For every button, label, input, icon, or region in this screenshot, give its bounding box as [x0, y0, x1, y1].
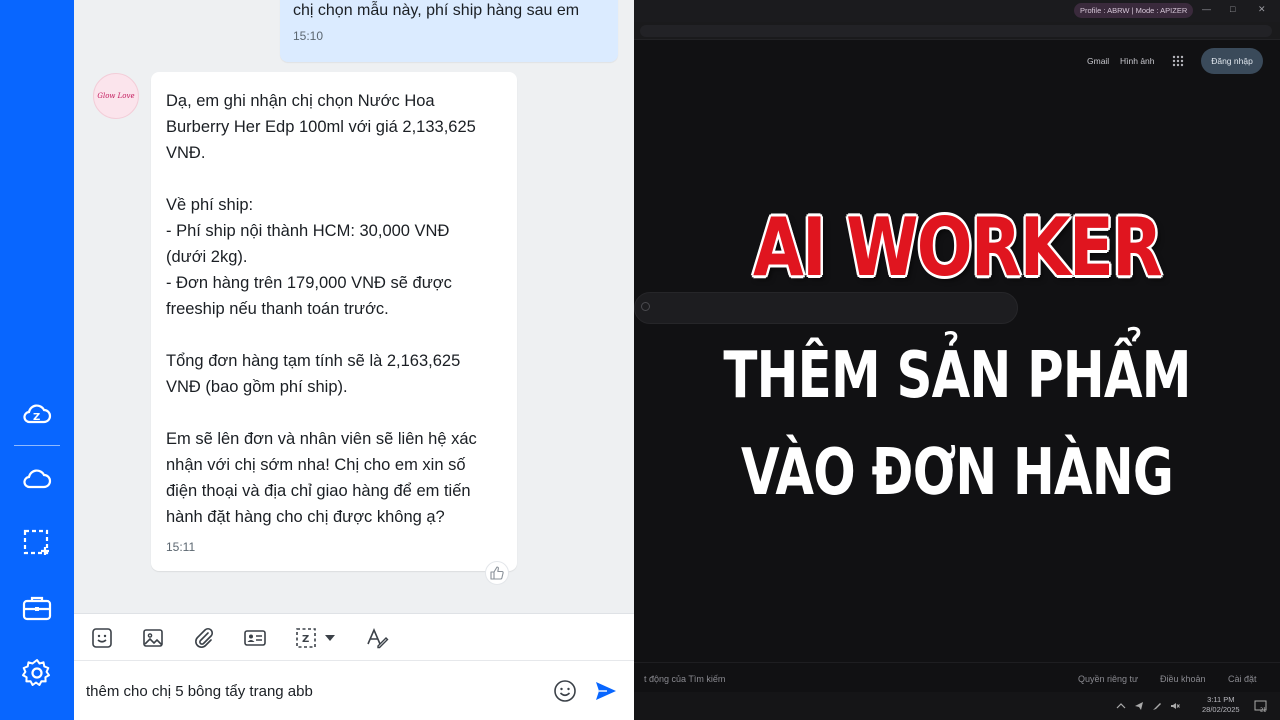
- avatar-logo-text: Glow Love: [97, 92, 135, 100]
- message-composer: [74, 661, 634, 720]
- search-icon: [641, 302, 650, 311]
- capture-z-icon: Z: [296, 628, 316, 648]
- incoming-message: Dạ, em ghi nhận chị chọn Nước Hoa Burber…: [151, 72, 517, 571]
- sticker-button[interactable]: [89, 625, 115, 651]
- system-clock[interactable]: 3:11 PM 28/02/2025: [1202, 695, 1240, 715]
- contact-card-icon: [244, 630, 266, 646]
- os-taskbar: 3:11 PM 28/02/2025 21: [634, 692, 1280, 720]
- outgoing-message: chị chọn mẫu này, phí ship hàng sau em 1…: [280, 0, 618, 62]
- terms-link[interactable]: Điều khoản: [1160, 674, 1206, 684]
- signin-button[interactable]: Đăng nhập: [1201, 48, 1263, 74]
- search-activity-link[interactable]: t động của Tìm kiếm: [644, 674, 725, 684]
- close-icon[interactable]: ✕: [1258, 4, 1266, 15]
- window-titlebar: Profile : ABRW | Mode : APIZER — □ ✕: [634, 0, 1280, 22]
- shop-avatar[interactable]: Glow Love: [93, 73, 139, 119]
- attach-file-button[interactable]: [191, 625, 217, 651]
- cloud-sync-icon[interactable]: Z: [19, 396, 55, 432]
- notification-count: 21: [1260, 708, 1266, 713]
- caret-down-icon: [325, 635, 335, 641]
- message-input[interactable]: [86, 677, 526, 705]
- apps-grid-icon[interactable]: [1172, 55, 1184, 67]
- message-text: Dạ, em ghi nhận chị chọn Nước Hoa Burber…: [166, 92, 477, 526]
- screen-capture-button[interactable]: Z: [293, 625, 319, 651]
- thumbs-up-icon: [490, 566, 504, 580]
- send-button[interactable]: [592, 678, 620, 704]
- screen: Z chị chọn mẫu này, phí ship hàng sau em…: [0, 0, 1280, 720]
- sticker-icon: [92, 628, 112, 648]
- video-subtitle-line2: VÀO ĐƠN HÀNG: [740, 436, 1174, 510]
- like-reaction-button[interactable]: [485, 561, 509, 585]
- notification-icon[interactable]: 21: [1254, 700, 1268, 712]
- text-format-icon: [367, 627, 389, 649]
- gmail-link[interactable]: Gmail: [1087, 56, 1109, 66]
- send-icon: [596, 682, 616, 700]
- minimize-icon[interactable]: —: [1202, 4, 1211, 14]
- message-time: 15:11: [166, 540, 196, 554]
- video-subtitle-line1: THÊM SẢN PHẨM: [723, 339, 1191, 413]
- settings-link[interactable]: Cài đặt: [1228, 674, 1257, 684]
- emoji-icon: [554, 680, 576, 702]
- clock-date: 28/02/2025: [1202, 705, 1240, 714]
- speaker-muted-icon[interactable]: [1170, 701, 1180, 711]
- app-sidebar: Z: [0, 0, 74, 720]
- profile-badge[interactable]: Profile : ABRW | Mode : APIZER: [1074, 3, 1194, 18]
- chevron-up-icon[interactable]: [1116, 701, 1126, 711]
- settings-gear-icon[interactable]: [19, 655, 55, 691]
- video-title: AI WORKER: [752, 201, 1163, 294]
- sidebar-divider: [14, 445, 60, 446]
- message-time: 15:10: [293, 29, 324, 43]
- message-text: chị chọn mẫu này, phí ship hàng sau em: [293, 2, 580, 19]
- maximize-icon[interactable]: □: [1230, 4, 1235, 14]
- briefcase-icon[interactable]: [19, 590, 55, 626]
- text-format-button[interactable]: [364, 625, 390, 651]
- image-icon: [143, 629, 163, 647]
- telegram-icon[interactable]: [1134, 701, 1144, 711]
- images-link[interactable]: Hình ảnh: [1120, 56, 1155, 66]
- address-bar: [634, 22, 1280, 40]
- emoji-button[interactable]: [552, 678, 578, 704]
- search-box[interactable]: [634, 292, 1018, 324]
- capture-options-dropdown[interactable]: [322, 625, 338, 651]
- page-footer: t động của Tìm kiếm Quyền riêng tư Điều …: [634, 662, 1280, 692]
- image-button[interactable]: [140, 625, 166, 651]
- screenshot-icon[interactable]: [19, 525, 55, 561]
- svg-text:Z: Z: [33, 412, 40, 423]
- paperclip-icon: [195, 627, 214, 648]
- pen-icon[interactable]: [1152, 701, 1162, 711]
- url-field[interactable]: [640, 25, 1272, 37]
- privacy-link[interactable]: Quyền riêng tư: [1078, 674, 1138, 684]
- composer-toolbar: Z: [74, 613, 634, 661]
- clock-time: 3:11 PM: [1207, 695, 1235, 704]
- chat-panel: chị chọn mẫu này, phí ship hàng sau em 1…: [74, 0, 634, 720]
- cloud-icon[interactable]: [19, 461, 55, 497]
- svg-text:Z: Z: [302, 634, 309, 645]
- contact-card-button[interactable]: [242, 625, 268, 651]
